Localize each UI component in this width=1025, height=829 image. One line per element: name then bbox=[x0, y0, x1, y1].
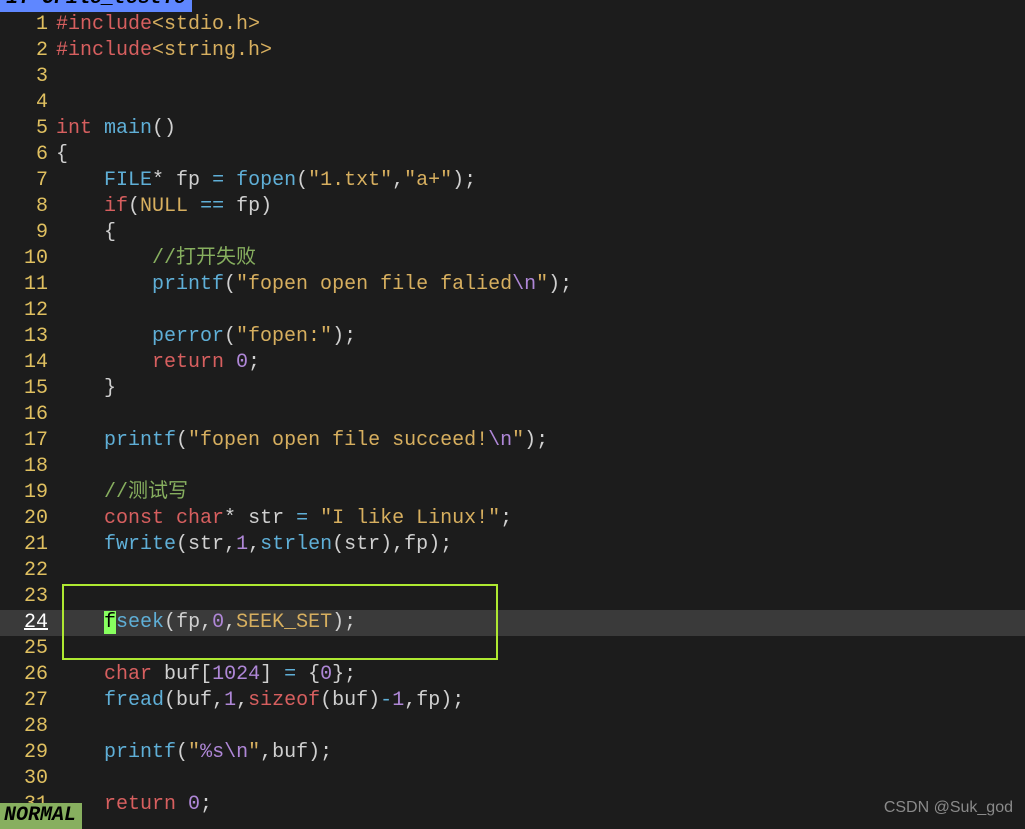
code-line[interactable]: 7 FILE* fp = fopen("1.txt","a+"); bbox=[0, 168, 1025, 194]
vim-mode: NORMAL bbox=[0, 803, 82, 829]
code-content[interactable]: perror("fopen:"); bbox=[56, 324, 1025, 350]
line-number: 2 bbox=[0, 38, 56, 64]
code-line[interactable]: 11 printf("fopen open file falied\n"); bbox=[0, 272, 1025, 298]
code-line[interactable]: 16 bbox=[0, 402, 1025, 428]
code-content[interactable]: return 0; bbox=[56, 350, 1025, 376]
line-number: 10 bbox=[0, 246, 56, 272]
code-content[interactable]: #include<string.h> bbox=[56, 38, 1025, 64]
code-line[interactable]: 29 printf("%s\n",buf); bbox=[0, 740, 1025, 766]
line-number: 3 bbox=[0, 64, 56, 90]
code-content[interactable]: #include<stdio.h> bbox=[56, 12, 1025, 38]
code-line[interactable]: 21 fwrite(str,1,strlen(str),fp); bbox=[0, 532, 1025, 558]
line-number: 22 bbox=[0, 558, 56, 584]
tab-bar: 1. CFile_test.c bbox=[0, 0, 1025, 12]
code-line[interactable]: 9 { bbox=[0, 220, 1025, 246]
line-number: 18 bbox=[0, 454, 56, 480]
code-content[interactable]: //打开失败 bbox=[56, 246, 1025, 272]
code-editor[interactable]: 1#include<stdio.h>2#include<string.h>3 4… bbox=[0, 12, 1025, 818]
line-number: 24 bbox=[0, 610, 56, 636]
code-content[interactable]: const char* str = "I like Linux!"; bbox=[56, 506, 1025, 532]
line-number: 29 bbox=[0, 740, 56, 766]
line-number: 9 bbox=[0, 220, 56, 246]
code-content[interactable]: printf("%s\n",buf); bbox=[56, 740, 1025, 766]
code-line[interactable]: 14 return 0; bbox=[0, 350, 1025, 376]
code-line[interactable]: 4 bbox=[0, 90, 1025, 116]
code-line[interactable]: 3 bbox=[0, 64, 1025, 90]
code-content[interactable] bbox=[56, 636, 1025, 662]
code-content[interactable]: printf("fopen open file succeed!\n"); bbox=[56, 428, 1025, 454]
line-number: 1 bbox=[0, 12, 56, 38]
line-number: 28 bbox=[0, 714, 56, 740]
line-number: 23 bbox=[0, 584, 56, 610]
code-content[interactable] bbox=[56, 584, 1025, 610]
code-content[interactable] bbox=[56, 64, 1025, 90]
code-content[interactable] bbox=[56, 90, 1025, 116]
code-line[interactable]: 10 //打开失败 bbox=[0, 246, 1025, 272]
code-line[interactable]: 24 fseek(fp,0,SEEK_SET); bbox=[0, 610, 1025, 636]
code-line[interactable]: 30 bbox=[0, 766, 1025, 792]
line-number: 21 bbox=[0, 532, 56, 558]
code-content[interactable]: fseek(fp,0,SEEK_SET); bbox=[56, 610, 1025, 636]
code-content[interactable]: } bbox=[56, 376, 1025, 402]
line-number: 30 bbox=[0, 766, 56, 792]
status-bar: NORMAL bbox=[0, 803, 82, 829]
line-number: 12 bbox=[0, 298, 56, 324]
code-line[interactable]: 19 //测试写 bbox=[0, 480, 1025, 506]
code-line[interactable]: 27 fread(buf,1,sizeof(buf)-1,fp); bbox=[0, 688, 1025, 714]
code-line[interactable]: 12 bbox=[0, 298, 1025, 324]
code-line[interactable]: 18 bbox=[0, 454, 1025, 480]
line-number: 13 bbox=[0, 324, 56, 350]
line-number: 6 bbox=[0, 142, 56, 168]
code-line[interactable]: 22 bbox=[0, 558, 1025, 584]
code-content[interactable] bbox=[56, 402, 1025, 428]
line-number: 16 bbox=[0, 402, 56, 428]
line-number: 25 bbox=[0, 636, 56, 662]
line-number: 26 bbox=[0, 662, 56, 688]
code-line[interactable]: 6{ bbox=[0, 142, 1025, 168]
line-number: 20 bbox=[0, 506, 56, 532]
code-content[interactable] bbox=[56, 298, 1025, 324]
code-content[interactable] bbox=[56, 714, 1025, 740]
code-content[interactable] bbox=[56, 454, 1025, 480]
code-line[interactable]: 17 printf("fopen open file succeed!\n"); bbox=[0, 428, 1025, 454]
code-content[interactable]: int main() bbox=[56, 116, 1025, 142]
code-content[interactable]: fwrite(str,1,strlen(str),fp); bbox=[56, 532, 1025, 558]
code-content[interactable]: FILE* fp = fopen("1.txt","a+"); bbox=[56, 168, 1025, 194]
code-content[interactable]: fread(buf,1,sizeof(buf)-1,fp); bbox=[56, 688, 1025, 714]
line-number: 15 bbox=[0, 376, 56, 402]
code-line[interactable]: 28 bbox=[0, 714, 1025, 740]
line-number: 11 bbox=[0, 272, 56, 298]
code-line[interactable]: 2#include<string.h> bbox=[0, 38, 1025, 64]
line-number: 5 bbox=[0, 116, 56, 142]
line-number: 17 bbox=[0, 428, 56, 454]
filename-tab[interactable]: 1. CFile_test.c bbox=[0, 0, 192, 12]
code-line[interactable]: 8 if(NULL == fp) bbox=[0, 194, 1025, 220]
code-line[interactable]: 15 } bbox=[0, 376, 1025, 402]
code-content[interactable]: printf("fopen open file falied\n"); bbox=[56, 272, 1025, 298]
line-number: 19 bbox=[0, 480, 56, 506]
line-number: 8 bbox=[0, 194, 56, 220]
code-line[interactable]: 31 return 0; bbox=[0, 792, 1025, 818]
code-line[interactable]: 20 const char* str = "I like Linux!"; bbox=[0, 506, 1025, 532]
line-number: 7 bbox=[0, 168, 56, 194]
code-content[interactable] bbox=[56, 766, 1025, 792]
code-content[interactable]: { bbox=[56, 220, 1025, 246]
code-line[interactable]: 25 bbox=[0, 636, 1025, 662]
line-number: 14 bbox=[0, 350, 56, 376]
code-line[interactable]: 26 char buf[1024] = {0}; bbox=[0, 662, 1025, 688]
code-line[interactable]: 5int main() bbox=[0, 116, 1025, 142]
code-content[interactable]: char buf[1024] = {0}; bbox=[56, 662, 1025, 688]
code-content[interactable]: return 0; bbox=[56, 792, 1025, 818]
code-line[interactable]: 23 bbox=[0, 584, 1025, 610]
code-content[interactable]: //测试写 bbox=[56, 480, 1025, 506]
cursor: f bbox=[104, 611, 116, 634]
code-content[interactable]: if(NULL == fp) bbox=[56, 194, 1025, 220]
code-content[interactable]: { bbox=[56, 142, 1025, 168]
line-number: 4 bbox=[0, 90, 56, 116]
code-content[interactable] bbox=[56, 558, 1025, 584]
code-line[interactable]: 13 perror("fopen:"); bbox=[0, 324, 1025, 350]
code-line[interactable]: 1#include<stdio.h> bbox=[0, 12, 1025, 38]
line-number: 27 bbox=[0, 688, 56, 714]
watermark-text: CSDN @Suk_god bbox=[884, 795, 1013, 821]
